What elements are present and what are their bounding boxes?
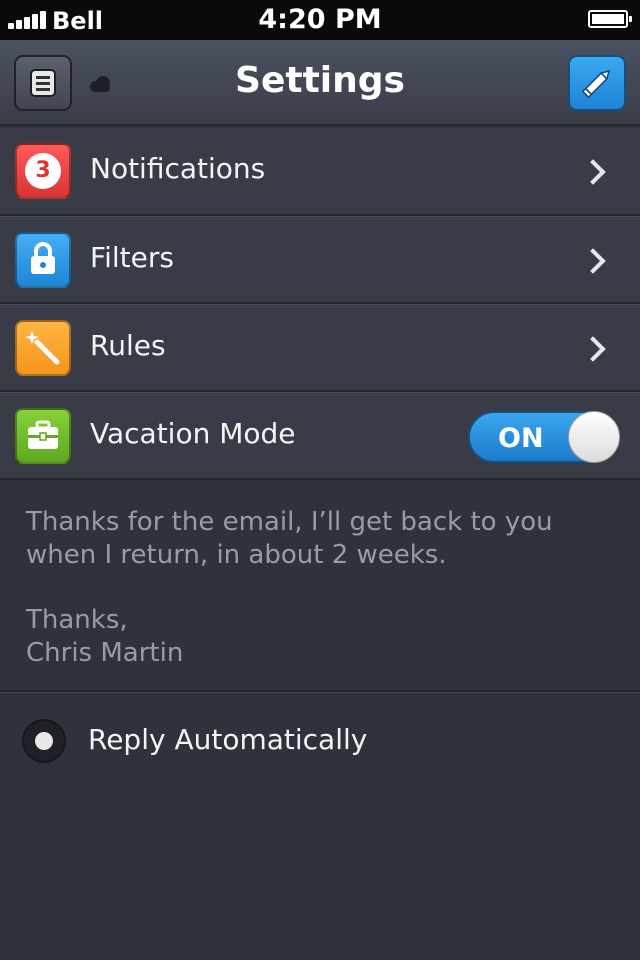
chevron-right-icon	[580, 248, 606, 274]
briefcase-icon	[15, 408, 71, 464]
divider	[0, 690, 640, 693]
row-label: Vacation Mode	[90, 417, 296, 450]
message-name: Chris Martin	[26, 638, 184, 668]
battery-icon	[588, 10, 632, 28]
vacation-mode-toggle[interactable]: ON	[468, 411, 620, 463]
lock-icon	[15, 232, 71, 288]
row-label: Filters	[90, 241, 174, 274]
row-notifications[interactable]: 3 Notifications	[0, 128, 640, 216]
message-signoff: Thanks,	[26, 605, 128, 635]
row-label: Rules	[90, 329, 166, 362]
row-vacation-mode: Vacation Mode ON	[0, 392, 640, 480]
vacation-message[interactable]: Thanks for the email, I’ll get back to y…	[26, 506, 626, 670]
radio-dot	[35, 732, 53, 750]
chevron-right-icon	[580, 336, 606, 362]
status-bar: Bell 4:20 PM	[0, 0, 640, 40]
notification-count: 3	[25, 153, 61, 189]
toggle-knob[interactable]	[568, 411, 620, 463]
settings-list: 3 Notifications Filters Rules Vacation M…	[0, 128, 640, 480]
row-filters[interactable]: Filters	[0, 216, 640, 304]
reply-automatically-radio[interactable]	[22, 719, 66, 763]
message-body: Thanks for the email, I’ll get back to y…	[26, 507, 553, 570]
page-title: Settings	[235, 60, 405, 101]
status-time: 4:20 PM	[258, 4, 382, 35]
reply-automatically-label[interactable]: Reply Automatically	[88, 723, 367, 756]
toggle-state-label: ON	[498, 423, 544, 454]
row-rules[interactable]: Rules	[0, 304, 640, 392]
row-label: Notifications	[90, 152, 266, 185]
chevron-right-icon	[580, 159, 606, 185]
notification-badge-icon: 3	[15, 143, 71, 199]
magic-wand-icon	[15, 320, 71, 376]
